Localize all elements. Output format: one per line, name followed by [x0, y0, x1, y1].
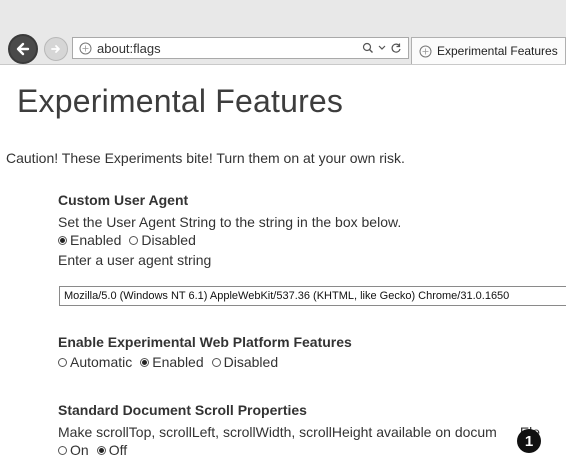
- caution-text: Caution! These Experiments bite! Turn th…: [6, 150, 405, 166]
- radio-checked-icon[interactable]: [58, 235, 67, 245]
- section-scroll-properties: Standard Document Scroll Properties Make…: [58, 402, 540, 458]
- radio-unchecked-icon[interactable]: [129, 235, 139, 245]
- search-icon[interactable]: [362, 42, 374, 54]
- section-title: Custom User Agent: [58, 192, 189, 208]
- radio-label[interactable]: Enabled: [70, 232, 121, 248]
- section-custom-user-agent: Custom User Agent Set the User Agent Str…: [58, 192, 401, 268]
- section-description: Set the User Agent String to the string …: [58, 214, 402, 230]
- address-bar[interactable]: about:flags: [72, 37, 409, 59]
- page-content: Experimental Features Caution! These Exp…: [0, 65, 566, 470]
- back-button[interactable]: [8, 34, 38, 64]
- section-title: Enable Experimental Web Platform Feature…: [58, 334, 352, 350]
- radio-label[interactable]: Disabled: [224, 354, 278, 370]
- radio-enabled[interactable]: Enabled: [140, 354, 204, 370]
- user-agent-input-label: Enter a user agent string: [58, 252, 212, 268]
- radio-checked-icon[interactable]: [96, 445, 106, 455]
- radio-disabled[interactable]: Disabled: [211, 354, 278, 370]
- radio-automatic[interactable]: Automatic: [58, 354, 132, 370]
- radio-checked-icon[interactable]: [140, 357, 150, 367]
- address-text[interactable]: about:flags: [97, 41, 362, 56]
- radio-label[interactable]: Automatic: [70, 354, 132, 370]
- section-title: Standard Document Scroll Properties: [58, 402, 307, 418]
- radio-off[interactable]: Off: [96, 442, 127, 458]
- arrow-left-icon: [16, 42, 30, 56]
- web-platform-radio-group: Automatic Enabled Disabled: [58, 354, 352, 370]
- section-experimental-web-platform: Enable Experimental Web Platform Feature…: [58, 334, 352, 370]
- radio-label[interactable]: On: [70, 442, 89, 458]
- radio-enabled[interactable]: Enabled: [58, 232, 121, 248]
- tab-page-icon: [419, 45, 432, 57]
- arrow-right-icon: [51, 45, 60, 53]
- radio-on[interactable]: On: [58, 442, 89, 458]
- page-icon: [79, 42, 92, 54]
- radio-unchecked-icon[interactable]: [211, 357, 221, 367]
- radio-label[interactable]: Off: [109, 442, 127, 458]
- scroll-radio-group: On Off: [58, 442, 540, 458]
- radio-label[interactable]: Disabled: [141, 232, 195, 248]
- radio-disabled[interactable]: Disabled: [129, 232, 196, 248]
- user-agent-input[interactable]: [59, 286, 566, 306]
- radio-unchecked-icon[interactable]: [58, 445, 67, 455]
- refresh-icon[interactable]: [390, 42, 402, 54]
- browser-tab[interactable]: Experimental Features: [411, 37, 566, 64]
- description-text: Make scrollTop, scrollLeft, scrollWidth,…: [58, 424, 497, 440]
- forward-button[interactable]: [44, 37, 68, 61]
- radio-unchecked-icon[interactable]: [58, 357, 67, 367]
- section-description: Make scrollTop, scrollLeft, scrollWidth,…: [58, 424, 540, 440]
- radio-label[interactable]: Enabled: [152, 354, 203, 370]
- page-title: Experimental Features: [17, 83, 344, 119]
- browser-toolbar: about:flags Experimental Features: [0, 0, 566, 65]
- dropdown-arrow-icon[interactable]: [378, 45, 386, 51]
- user-agent-radio-group: Enabled Disabled: [58, 232, 401, 248]
- callout-number-badge: 1: [517, 429, 541, 453]
- tab-title: Experimental Features: [437, 44, 558, 58]
